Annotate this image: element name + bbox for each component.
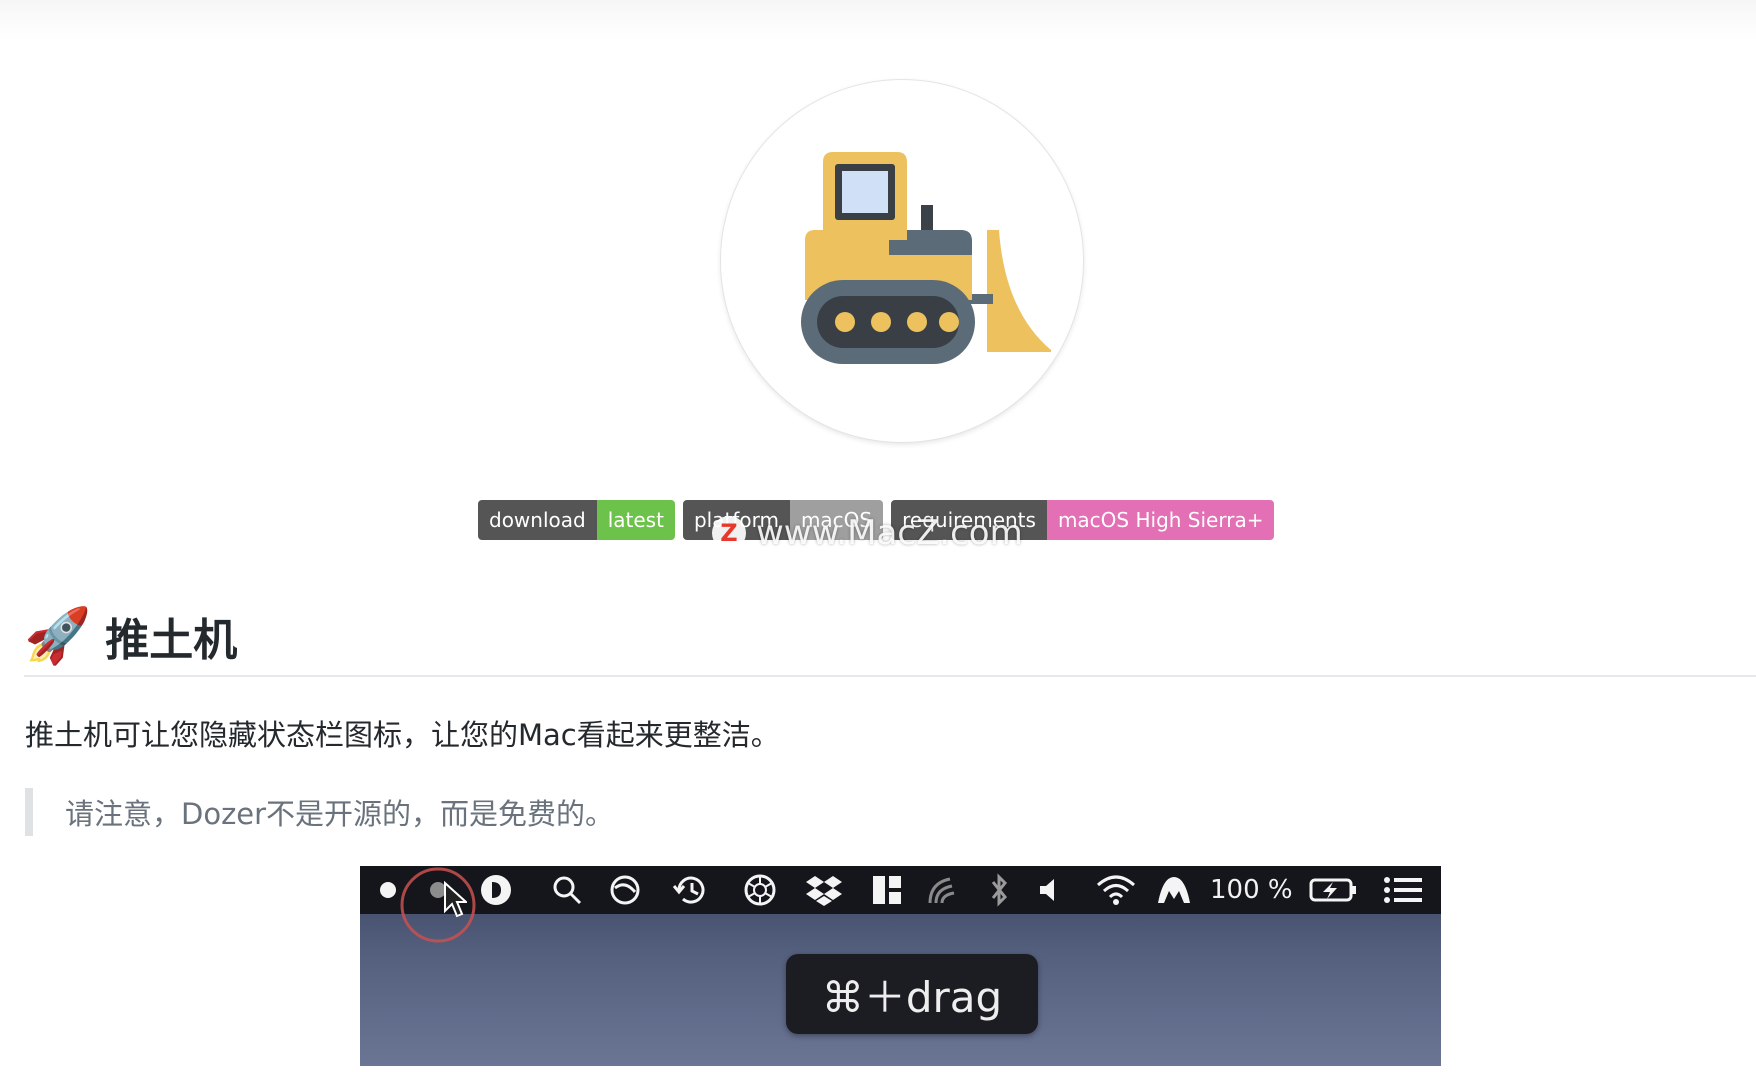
heading-divider — [24, 675, 1756, 677]
top-bar — [0, 0, 1756, 40]
badge-value: macOS High Sierra+ — [1046, 500, 1275, 540]
badge-row: download latest platform macOS requireme… — [478, 500, 1275, 540]
cursor-icon — [442, 866, 468, 918]
layout-icon — [870, 866, 904, 914]
mac-menubar: 100 % — [360, 866, 1441, 943]
dropbox-icon — [804, 866, 844, 914]
bulldozer-icon — [801, 152, 1051, 364]
badge-value: latest — [596, 500, 675, 540]
focus-icon — [608, 866, 642, 914]
dozer-icon — [478, 866, 514, 914]
note-text: 请注意，Dozer不是开源的，而是免费的。 — [65, 797, 615, 831]
volume-icon — [1036, 866, 1066, 914]
battery-percentage: 100 % — [1210, 875, 1293, 905]
dozer-logo — [721, 80, 1083, 442]
search-icon — [550, 866, 584, 914]
requirements-badge[interactable]: requirements macOS High Sierra+ — [891, 500, 1275, 540]
battery-icon — [1308, 866, 1358, 914]
download-badge[interactable]: download latest — [478, 500, 675, 540]
time-machine-icon — [670, 866, 710, 914]
vpn-icon — [1154, 866, 1194, 914]
platform-badge[interactable]: platform macOS — [682, 500, 884, 540]
badge-key: download — [478, 500, 597, 540]
airplay-icon — [926, 866, 962, 914]
dot-icon — [378, 866, 398, 914]
aperture-icon — [742, 866, 778, 914]
section-heading: 🚀 推土机 — [24, 600, 237, 672]
list-icon — [1382, 866, 1424, 914]
rocket-icon: 🚀 — [24, 606, 92, 666]
menubar-screenshot: 100 % ⌘＋drag — [360, 866, 1441, 1066]
badge-value: macOS — [789, 500, 884, 540]
badge-key: platform — [682, 500, 790, 540]
page-title: 推土机 — [105, 615, 238, 666]
wifi-icon — [1094, 866, 1138, 914]
note-blockquote: 请注意，Dozer不是开源的，而是免费的。 — [25, 788, 965, 836]
drag-hint: ⌘＋drag — [786, 954, 1038, 1034]
badge-key: requirements — [891, 500, 1047, 540]
bluetooth-icon — [984, 866, 1014, 914]
intro-text: 推土机可让您隐藏状态栏图标，让您的Mac看起来更整洁。 — [25, 718, 780, 752]
